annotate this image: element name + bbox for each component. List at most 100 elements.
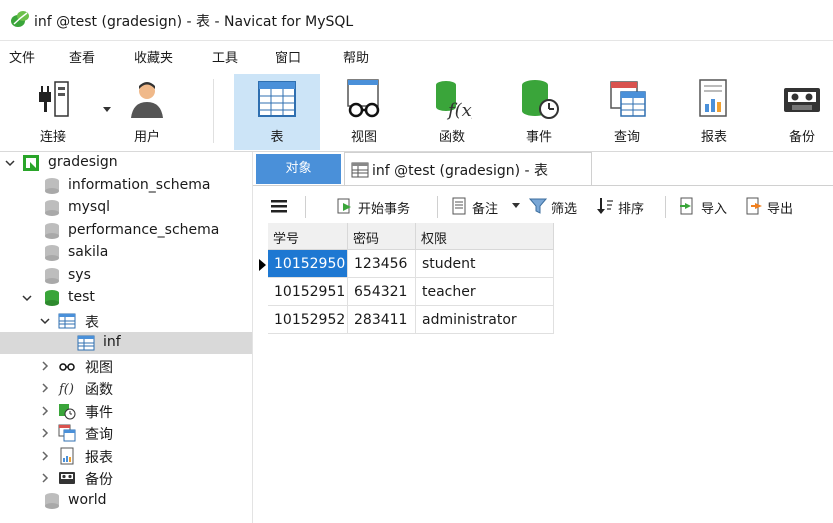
event-clock-icon <box>522 80 559 119</box>
tree-db-world[interactable]: world <box>0 490 252 512</box>
query-icon <box>610 81 646 117</box>
tree-label: 表 <box>85 315 99 331</box>
database-icon <box>45 245 59 261</box>
table-cell[interactable]: 654321 <box>348 278 416 306</box>
chevron-down-icon[interactable] <box>40 314 50 328</box>
table-cell[interactable]: student <box>416 250 554 278</box>
database-icon <box>45 200 59 216</box>
toolbar-view-label: 视图 <box>350 130 377 145</box>
tree-db-information-schema[interactable]: information_schema <box>0 175 252 197</box>
menu-view[interactable]: 查看 <box>69 47 95 66</box>
tree-label: inf <box>103 334 121 350</box>
chevron-down-icon[interactable] <box>22 291 32 305</box>
toolbar-connection-button[interactable]: 连接 <box>10 74 111 150</box>
chevron-right-icon[interactable] <box>40 381 50 395</box>
tree-label: 查询 <box>85 427 113 443</box>
tab-objects[interactable]: 对象 <box>256 154 341 184</box>
tree-label: gradesign <box>48 154 118 170</box>
tree-queries-node[interactable]: 查询 <box>0 422 252 444</box>
tree-label: 备份 <box>85 472 113 488</box>
tree-connection-gradesign[interactable]: gradesign <box>0 152 252 174</box>
chevron-down-icon[interactable] <box>5 156 15 170</box>
menu-window[interactable]: 窗口 <box>275 47 301 66</box>
table-cell[interactable]: teacher <box>416 278 554 306</box>
toolbar-function-button[interactable]: f(x) 函数 <box>409 74 495 150</box>
tree-db-test[interactable]: test <box>0 287 252 309</box>
toolbar-table-button[interactable]: 表 <box>234 74 320 150</box>
tree-events-node[interactable]: 事件 <box>0 400 252 422</box>
memo-label: 备注 <box>472 202 499 217</box>
tree-functions-node[interactable]: f() 函数 <box>0 377 252 399</box>
menu-help[interactable]: 帮助 <box>343 47 369 66</box>
menu-favorites[interactable]: 收藏夹 <box>134 47 173 66</box>
table-cell[interactable]: 123456 <box>348 250 416 278</box>
tree-views-node[interactable]: 视图 <box>0 355 252 377</box>
filter-button[interactable]: 筛选 <box>529 196 587 218</box>
table-cell[interactable]: administrator <box>416 306 554 334</box>
toolbar-view-button[interactable]: 视图 <box>321 74 407 150</box>
toolbar-report-label: 报表 <box>700 130 727 145</box>
hamburger-menu-button[interactable] <box>270 196 292 218</box>
column-header[interactable]: 权限 <box>416 223 554 250</box>
tab-inf-table[interactable]: inf @test (gradesign) - 表 <box>344 152 592 185</box>
import-button[interactable]: 导入 <box>679 196 739 218</box>
chevron-right-icon[interactable] <box>40 359 50 373</box>
table-cell[interactable]: 10152951 <box>268 278 348 306</box>
export-button[interactable]: 导出 <box>745 196 805 218</box>
function-icon: f(x) <box>436 81 472 120</box>
filter-label: 筛选 <box>551 202 578 217</box>
sort-button[interactable]: 排序 <box>596 196 654 218</box>
column-header[interactable]: 密码 <box>348 223 416 250</box>
toolbar-backup-label: 备份 <box>788 130 815 145</box>
toolbar-report-button[interactable]: 报表 <box>671 74 757 150</box>
tree-label: world <box>68 492 107 508</box>
tree-db-performance-schema[interactable]: performance_schema <box>0 220 252 242</box>
backup-tape-icon <box>784 88 820 112</box>
menu-tools[interactable]: 工具 <box>212 47 238 66</box>
function-icon: f() <box>58 382 74 397</box>
title-bar: inf @test (gradesign) - 表 - Navicat for … <box>0 0 833 41</box>
menu-file[interactable]: 文件 <box>9 47 35 66</box>
table-cell[interactable]: 10152952 <box>268 306 348 334</box>
toolbar-user-label: 用户 <box>133 130 160 145</box>
event-clock-icon <box>59 404 76 420</box>
filter-funnel-icon <box>529 198 547 214</box>
tree-db-sys[interactable]: sys <box>0 265 252 287</box>
import-label: 导入 <box>701 202 728 217</box>
object-toolbar: 开始事务 备注 筛选 排序 导入 导出 <box>253 190 833 222</box>
tree-tables-node[interactable]: 表 <box>0 310 252 332</box>
navicat-logo-icon <box>11 11 29 27</box>
database-icon <box>45 223 59 239</box>
chevron-right-icon[interactable] <box>40 449 50 463</box>
begin-transaction-button[interactable]: 开始事务 <box>336 196 428 218</box>
tree-db-mysql[interactable]: mysql <box>0 197 252 219</box>
tree-backups-node[interactable]: 备份 <box>0 467 252 489</box>
current-row-indicator <box>259 259 266 271</box>
toolbar-backup-button[interactable]: 备份 <box>759 74 833 150</box>
column-header[interactable]: 学号 <box>268 223 348 250</box>
toolbar-event-button[interactable]: 事件 <box>496 74 582 150</box>
tree-table-inf[interactable]: inf <box>0 332 252 354</box>
tab-strip: 对象 inf @test (gradesign) - 表 <box>253 152 833 186</box>
toolbar-user-button[interactable]: 用户 <box>104 74 190 150</box>
table-cell[interactable]: 10152950 <box>268 250 348 278</box>
toolbar-separator <box>665 196 666 218</box>
chevron-right-icon[interactable] <box>40 404 50 418</box>
chevron-right-icon[interactable] <box>40 426 50 440</box>
tree-db-sakila[interactable]: sakila <box>0 242 252 264</box>
toolbar-table-label: 表 <box>270 130 284 145</box>
table-cell[interactable]: 283411 <box>348 306 416 334</box>
report-icon <box>60 447 74 465</box>
chevron-down-icon[interactable] <box>512 203 520 209</box>
tab-inf-label: inf @test (gradesign) - 表 <box>372 163 549 179</box>
memo-button[interactable]: 备注 <box>450 196 525 218</box>
toolbar-query-button[interactable]: 查询 <box>584 74 670 150</box>
navigation-tree: gradesign information_schema mysql perfo… <box>0 152 253 523</box>
chevron-right-icon[interactable] <box>40 471 50 485</box>
export-label: 导出 <box>767 202 794 217</box>
svg-text:f(x): f(x) <box>446 100 472 120</box>
tree-reports-node[interactable]: 报表 <box>0 445 252 467</box>
toolbar-connection-label: 连接 <box>39 130 66 145</box>
view-glasses-icon <box>347 79 380 118</box>
tree-label: performance_schema <box>68 222 220 238</box>
